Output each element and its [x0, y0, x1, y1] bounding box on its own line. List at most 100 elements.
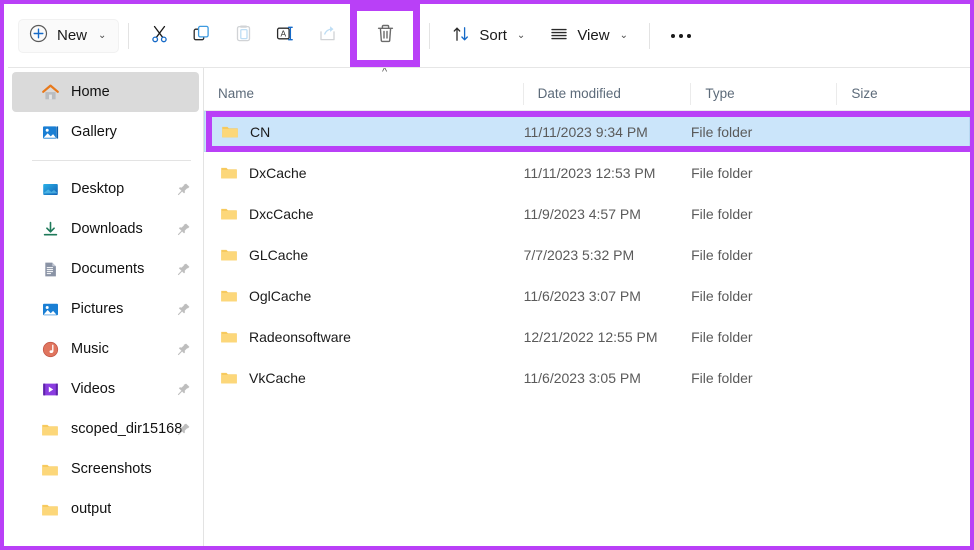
pin-icon[interactable]: [177, 302, 191, 316]
file-list-pane: ^ Name Date modified Type Size: [204, 68, 970, 550]
sidebar-item-videos[interactable]: Videos: [12, 369, 199, 409]
file-name-label: Radeonsoftware: [249, 329, 351, 345]
sidebar-item-output[interactable]: output: [12, 489, 199, 529]
command-bar: New ⌄: [8, 4, 970, 67]
folder-icon: [40, 459, 60, 479]
date-modified-cell: 11/11/2023 12:53 PM: [524, 165, 692, 181]
scissors-icon: [149, 23, 170, 49]
file-name-cell: DxcCache: [204, 206, 524, 222]
new-button[interactable]: New ⌄: [18, 19, 119, 53]
new-button-label: New: [57, 27, 87, 44]
sidebar-item-music[interactable]: Music: [12, 329, 199, 369]
folder-icon: [221, 124, 239, 139]
type-cell: File folder: [691, 124, 836, 140]
pin-icon[interactable]: [177, 222, 191, 236]
type-cell: File folder: [691, 206, 837, 222]
pin-icon[interactable]: [177, 182, 191, 196]
chevron-down-icon: ⌄: [517, 31, 525, 41]
folder-icon: [220, 165, 238, 180]
copy-button[interactable]: [180, 16, 222, 56]
paste-icon: [233, 23, 254, 49]
sidebar-item-home[interactable]: Home: [12, 72, 199, 112]
share-button[interactable]: [306, 16, 348, 56]
chevron-down-icon: ⌄: [620, 31, 628, 41]
column-header-row: Name Date modified Type Size: [204, 77, 970, 111]
sidebar-item-label: Documents: [71, 261, 144, 277]
table-row[interactable]: DxcCache 11/9/2023 4:57 PM File folder: [204, 193, 970, 234]
type-cell: File folder: [691, 288, 837, 304]
column-header-size[interactable]: Size: [836, 83, 970, 105]
column-header-name[interactable]: Name: [204, 83, 523, 105]
table-row[interactable]: GLCache 7/7/2023 5:32 PM File folder: [204, 234, 970, 275]
file-name-label: OglCache: [249, 288, 311, 304]
download-icon: [40, 219, 60, 239]
table-row[interactable]: VkCache 11/6/2023 3:05 PM File folder: [204, 357, 970, 398]
trash-icon: [374, 22, 397, 50]
sidebar-item-label: Home: [71, 84, 110, 100]
explorer-body: Home Gallery: [8, 67, 970, 550]
folder-icon: [220, 206, 238, 221]
file-name-label: CN: [250, 124, 270, 140]
paste-button[interactable]: [222, 16, 264, 56]
folder-icon: [40, 499, 60, 519]
date-modified-cell: 11/6/2023 3:07 PM: [524, 288, 692, 304]
rename-button[interactable]: A: [264, 16, 306, 56]
sidebar-item-label: Pictures: [71, 301, 123, 317]
sidebar-item-desktop[interactable]: Desktop: [12, 169, 199, 209]
file-name-label: GLCache: [249, 247, 308, 263]
videos-icon: [40, 379, 60, 399]
toolbar-divider-2: [429, 23, 430, 49]
file-name-cell: VkCache: [204, 370, 524, 386]
dot-2: [679, 34, 683, 38]
date-modified-cell: 12/21/2022 12:55 PM: [524, 329, 692, 345]
date-modified-cell: 11/6/2023 3:05 PM: [524, 370, 692, 386]
pin-icon[interactable]: [177, 342, 191, 356]
folder-icon: [220, 247, 238, 262]
column-header-type[interactable]: Type: [690, 83, 836, 105]
pictures-icon: [40, 299, 60, 319]
file-name-label: DxcCache: [249, 206, 314, 222]
folder-icon: [220, 329, 238, 344]
rename-icon: A: [275, 23, 296, 49]
sidebar-item-label: Desktop: [71, 181, 124, 197]
sidebar-item-screenshots[interactable]: Screenshots: [12, 449, 199, 489]
table-row[interactable]: Radeonsoftware 12/21/2022 12:55 PM File …: [204, 316, 970, 357]
type-cell: File folder: [691, 329, 837, 345]
sort-button-label: Sort: [479, 27, 507, 44]
sidebar-divider: [32, 160, 191, 161]
cut-button[interactable]: [138, 16, 180, 56]
file-explorer-window: New ⌄: [0, 0, 974, 550]
file-name-cell: DxCache: [204, 165, 524, 181]
delete-button[interactable]: [365, 17, 405, 55]
sidebar-item-label: scoped_dir15168: [71, 421, 182, 437]
sort-ascending-indicator: ^: [382, 68, 387, 77]
copy-icon: [191, 23, 212, 49]
sidebar-item-pictures[interactable]: Pictures: [12, 289, 199, 329]
sidebar-item-label: output: [71, 501, 111, 517]
view-button-label: View: [577, 27, 609, 44]
folder-icon: [220, 370, 238, 385]
gallery-icon: [40, 122, 60, 142]
sidebar-item-label: Gallery: [71, 124, 117, 140]
view-lines-icon: [549, 24, 569, 48]
sort-button[interactable]: Sort ⌄: [439, 16, 537, 56]
home-icon: [40, 82, 60, 102]
pin-icon[interactable]: [177, 382, 191, 396]
table-row[interactable]: DxCache 11/11/2023 12:53 PM File folder: [204, 152, 970, 193]
sidebar-item-documents[interactable]: Documents: [12, 249, 199, 289]
folder-icon: [220, 288, 238, 303]
sidebar-item-gallery[interactable]: Gallery: [12, 112, 199, 152]
table-row[interactable]: CN 11/11/2023 9:34 PM File folder: [204, 111, 970, 152]
desktop-icon: [40, 179, 60, 199]
toolbar-divider-3: [649, 23, 650, 49]
file-name-label: DxCache: [249, 165, 307, 181]
sidebar-item-scoped-dir[interactable]: scoped_dir15168: [12, 409, 199, 449]
pin-icon[interactable]: [177, 262, 191, 276]
column-header-date-modified[interactable]: Date modified: [523, 83, 691, 105]
pin-icon[interactable]: [177, 422, 191, 436]
table-row[interactable]: OglCache 11/6/2023 3:07 PM File folder: [204, 275, 970, 316]
sidebar-item-label: Videos: [71, 381, 115, 397]
see-more-button[interactable]: [659, 16, 703, 56]
sidebar-item-downloads[interactable]: Downloads: [12, 209, 199, 249]
view-button[interactable]: View ⌄: [537, 16, 640, 56]
